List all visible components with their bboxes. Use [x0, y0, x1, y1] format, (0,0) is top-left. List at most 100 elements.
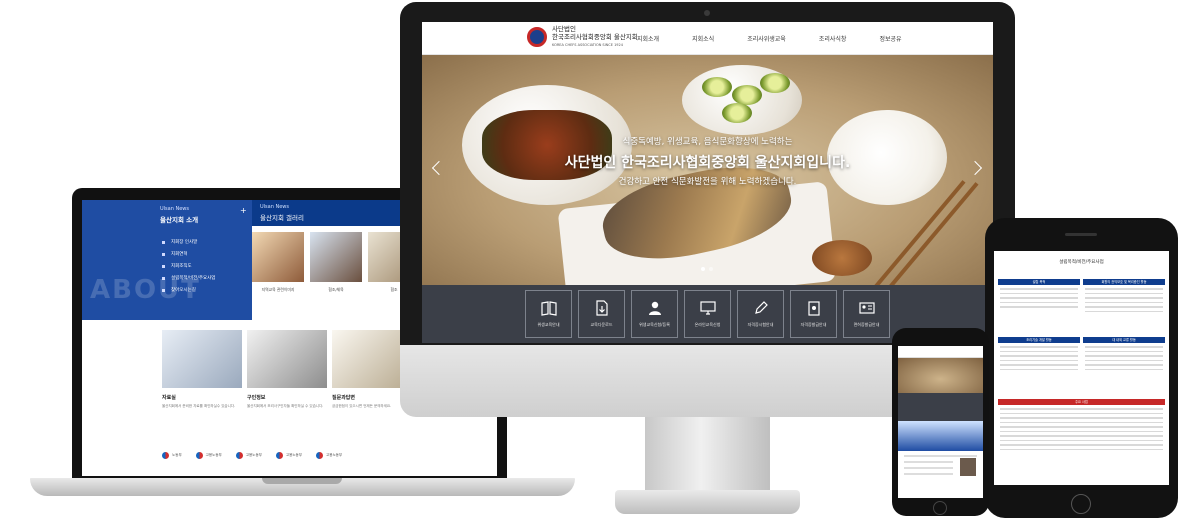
- site-header: 사단법인 한국조리사협회중앙회 울산지회 KOREA CHEFS ASSOCIA…: [422, 22, 993, 55]
- partner-logo[interactable]: 고용노동부: [275, 452, 302, 459]
- phone-page-title: 설립목적/비전/주요사업: [1059, 260, 1104, 265]
- pen-icon: [754, 301, 768, 314]
- hero-food-zucchini: [732, 85, 762, 105]
- responsive-showcase: Ulsan News 울산지회 소개 + 지회장 인사말 지회연혁 지회조직도 …: [0, 0, 1200, 520]
- box-header: 설립 목적: [998, 279, 1080, 285]
- nav-item-news[interactable]: 지회소식: [692, 34, 714, 43]
- logo-text[interactable]: 사단법인 한국조리사협회중앙회 울산지회 KOREA CHEFS ASSOCIA…: [552, 25, 638, 49]
- hero-food-zucchini: [722, 103, 752, 123]
- about-menu-item[interactable]: 지회장 인사말: [162, 236, 215, 248]
- card-title: 자료실: [162, 395, 176, 401]
- partner-logo[interactable]: 노동부: [162, 452, 182, 459]
- about-eyebrow: Ulsan News: [160, 206, 189, 212]
- id-card-icon: [858, 302, 875, 314]
- quick-link-label: 온라인교육신청: [694, 322, 721, 327]
- phone-home-button[interactable]: [1071, 494, 1091, 514]
- box-header: 조리기술 개발 활동: [998, 337, 1080, 343]
- phone-news-image: [898, 421, 983, 451]
- phone-info-box: 설립 목적: [998, 279, 1080, 311]
- footer-partner-logos: 노동부 고용노동부 고용노동부 고용노동부 고용노동부: [162, 452, 356, 459]
- partner-logo[interactable]: 고용노동부: [316, 452, 342, 459]
- gallery-title: 울산지회 갤러리: [260, 214, 304, 222]
- phone-info-box-wide: 주요 사업: [998, 399, 1165, 453]
- partner-logo[interactable]: 고용노동부: [235, 452, 262, 459]
- partner-logo[interactable]: 고용노동부: [195, 452, 222, 459]
- card-desc: 울산지회에서 준비한 자료를 확인하실수 있습니다.: [162, 404, 236, 408]
- quick-link-label: 자격증시험안내: [747, 322, 774, 327]
- small-phone-screen: [898, 346, 983, 498]
- hero-description: 건강하고 안전 식문화발전을 위해 노력하겠습니다.: [618, 177, 797, 187]
- partner-emblem-icon: [162, 452, 169, 459]
- card-resources[interactable]: 자료실 울산지회에서 준비한 자료를 확인하실수 있습니다.: [162, 330, 242, 409]
- phone-speaker: [1065, 233, 1097, 236]
- small-phone-mockup: [892, 328, 989, 516]
- carousel-dot[interactable]: [701, 267, 705, 271]
- quick-link-label: 위생교육신청/등록: [639, 322, 670, 327]
- quick-link-label: 위생교육안내: [537, 322, 560, 327]
- phone-hero-image: [898, 358, 983, 393]
- card-jobs[interactable]: 구인정보 울산지회에서 조리사구인자들 확인하실 수 있습니다.: [247, 330, 327, 409]
- hero-food-zucchini: [760, 73, 790, 93]
- monitor-icon: [699, 301, 716, 315]
- monitor-stand-neck: [645, 417, 770, 495]
- desktop-screen: 사단법인 한국조리사협회중앙회 울산지회 KOREA CHEFS ASSOCIA…: [422, 22, 993, 343]
- phone-info-box: 대 내외 교류 활동: [1083, 337, 1165, 373]
- logo-line3: KOREA CHEFS ASSOCIATION SINCE 1924: [552, 43, 623, 47]
- nav-item-info-share[interactable]: 정보공유: [879, 34, 901, 43]
- hero-spoon: [812, 240, 872, 276]
- gallery-caption: 지역교육 관련이미지: [261, 287, 295, 292]
- about-watermark: ABOUT: [90, 275, 201, 305]
- about-menu-item[interactable]: 지회조직도: [162, 260, 215, 272]
- about-more-button[interactable]: +: [240, 206, 247, 215]
- quick-link-license[interactable]: 면허증발급안내: [843, 290, 890, 338]
- hero-title: 사단법인 한국조리사협회중앙회 울산지회입니다.: [564, 155, 851, 171]
- gallery-thumbnail[interactable]: [310, 232, 362, 282]
- large-phone-mockup: 설립목적/비전/주요사업 설립 목적 회원의 권익보호 및 복리증진 활동 조리…: [985, 218, 1178, 518]
- quick-link-education-guide[interactable]: 위생교육안내: [525, 290, 572, 338]
- nav-item-chef-jobs[interactable]: 조리사식창: [819, 34, 847, 43]
- gallery-eyebrow: Ulsan News: [260, 204, 289, 210]
- camera-icon: [704, 10, 710, 16]
- download-icon: [595, 300, 608, 316]
- nav-item-hygiene-education[interactable]: 조리사위생교육: [747, 34, 786, 43]
- box-header: 주요 사업: [998, 399, 1165, 405]
- person-icon: [648, 301, 661, 315]
- nav-item-about[interactable]: 지회소개: [637, 34, 659, 43]
- book-icon: [540, 301, 557, 316]
- quick-link-online-education[interactable]: 온라인교육신청: [684, 290, 731, 338]
- hero-subtitle: 식중독예방, 위생교육, 음식문화향상에 노력하는: [622, 137, 793, 147]
- phone-info-box: 회원의 권익보호 및 복리증진 활동: [1083, 279, 1165, 315]
- phone-info-box: 조리기술 개발 활동: [998, 337, 1080, 373]
- card-title: 구인정보: [247, 395, 266, 401]
- gallery-thumbnail[interactable]: [252, 232, 304, 282]
- phone-profile-photo: [960, 458, 976, 476]
- phone-quick-links: [898, 393, 983, 421]
- gallery-caption: 협조/체육: [328, 287, 344, 292]
- quick-link-exam-guide[interactable]: 자격증시험안내: [737, 290, 784, 338]
- quick-link-label: 자격증발급안내: [800, 322, 827, 327]
- box-header: 대 내외 교류 활동: [1083, 337, 1165, 343]
- quick-link-education-register[interactable]: 위생교육신청/등록: [631, 290, 678, 338]
- phone-home-button[interactable]: [933, 501, 947, 515]
- card-desc: 울산지회에서 조리사구인자들 확인하실 수 있습니다.: [247, 404, 324, 408]
- quick-link-download[interactable]: 교육다운로드: [578, 290, 625, 338]
- partner-emblem-icon: [275, 452, 283, 459]
- large-phone-screen: 설립목적/비전/주요사업 설립 목적 회원의 권익보호 및 복리증진 활동 조리…: [994, 251, 1169, 485]
- quick-link-label: 면허증발급안내: [853, 322, 880, 327]
- main-nav: 지회소개 지회소식 조리사위생교육 조리사식창 정보공유: [637, 34, 935, 43]
- hero-food-zucchini: [702, 77, 732, 97]
- phone-header: [898, 346, 983, 358]
- about-menu-item[interactable]: 지회연혁: [162, 248, 215, 260]
- about-panel: Ulsan News 울산지회 소개 + 지회장 인사말 지회연혁 지회조직도 …: [82, 200, 252, 320]
- carousel-dots: [699, 267, 715, 271]
- partner-emblem-icon: [195, 452, 203, 459]
- association-logo-icon[interactable]: [527, 27, 547, 47]
- logo-line1: 사단법인: [552, 25, 576, 33]
- quick-link-certificate[interactable]: 자격증발급안내: [790, 290, 837, 338]
- clipboard-icon: [807, 301, 820, 316]
- partner-emblem-icon: [235, 452, 243, 459]
- carousel-dot[interactable]: [709, 267, 713, 271]
- monitor-stand-foot: [615, 490, 800, 514]
- hero-banner: 식중독예방, 위생교육, 음식문화향상에 노력하는 사단법인 한국조리사협회중앙…: [422, 55, 993, 285]
- card-image: [162, 330, 242, 388]
